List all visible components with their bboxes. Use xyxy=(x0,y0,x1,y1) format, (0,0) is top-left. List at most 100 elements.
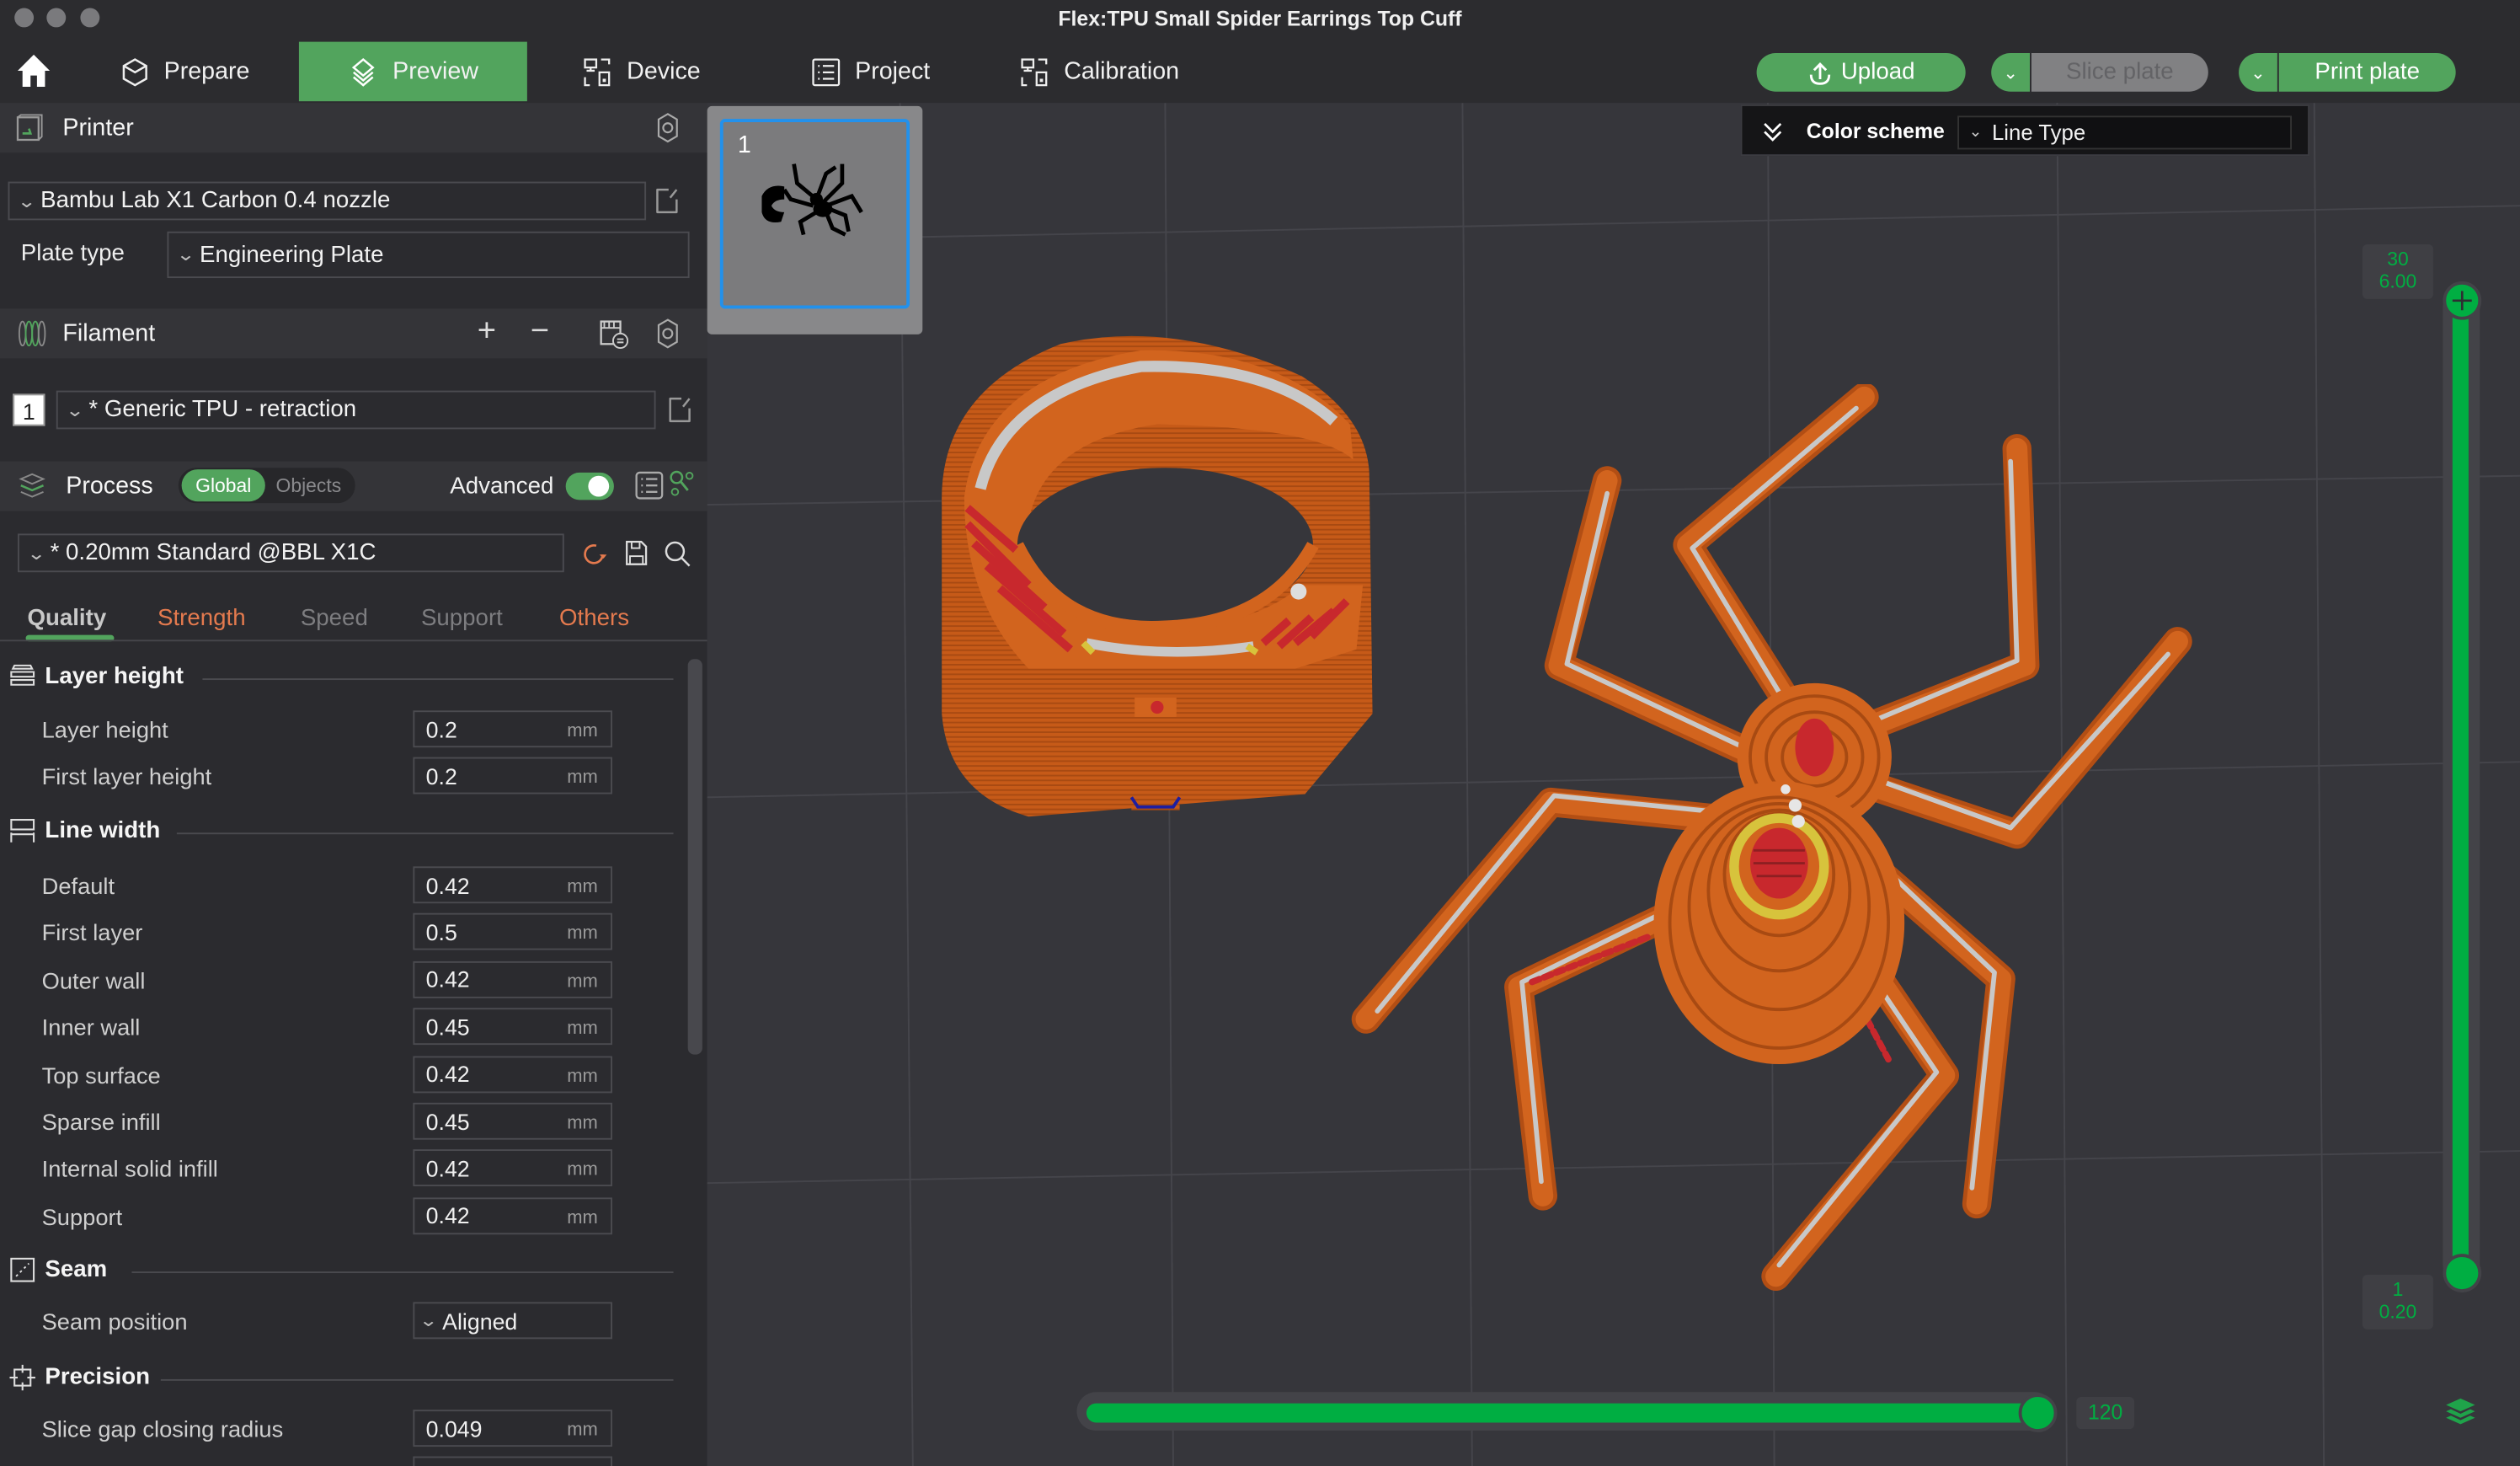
group-divider xyxy=(131,1271,674,1274)
parameter-list-icon[interactable] xyxy=(635,471,664,500)
tab-preview[interactable]: Preview xyxy=(298,41,527,102)
setting-input[interactable]: 0.049 mm xyxy=(413,1410,613,1447)
color-scheme-value: Line Type xyxy=(1991,120,2086,145)
tab-strength[interactable]: Strength xyxy=(158,606,246,632)
process-preset-select[interactable]: ⌄ * 0.20mm Standard @BBL X1C xyxy=(17,533,564,573)
reset-preset-icon[interactable] xyxy=(582,540,609,567)
setting-unit: mm xyxy=(567,1208,598,1228)
setting-input[interactable]: 0.42 mm xyxy=(413,960,613,998)
3d-viewport[interactable]: 1 Color scheme ⌄ Line Type 30 6.00 1 0.2… xyxy=(707,103,2520,1466)
color-scheme-select[interactable]: ⌄ Line Type xyxy=(1957,115,2293,150)
setting-input[interactable]: 0.45 mm xyxy=(413,1102,613,1140)
seam-position-select[interactable]: ⌄ Aligned xyxy=(413,1302,613,1340)
add-filament-button[interactable]: + xyxy=(478,313,496,350)
setting-label: Outer wall xyxy=(41,969,146,995)
tab-support[interactable]: Support xyxy=(421,606,503,632)
tab-calibration[interactable]: Calibration xyxy=(1019,42,1228,102)
process-section-header: Process Global Objects Advanced xyxy=(0,461,707,511)
setting-input[interactable]: 0.2 mm xyxy=(413,710,613,748)
printer-select[interactable]: ⌄ Bambu Lab X1 Carbon 0.4 nozzle xyxy=(8,181,647,221)
title-bar: Flex:TPU Small Spider Earrings Top Cuff xyxy=(0,0,2520,39)
tab-label: Calibration xyxy=(1064,57,1180,86)
tab-label: Prepare xyxy=(163,57,250,86)
chevron-down-icon: ⌄ xyxy=(26,543,46,564)
chevron-down-icon: ⌄ xyxy=(176,245,196,265)
toggle-knob xyxy=(588,475,610,497)
scope-global-option[interactable]: Global xyxy=(181,469,265,502)
tabs-divider xyxy=(0,639,707,642)
filament-section-header: Filament + − xyxy=(0,308,707,359)
tab-quality[interactable]: Quality xyxy=(27,606,106,632)
setting-label: Support xyxy=(41,1205,123,1232)
plate-type-select[interactable]: ⌄ Engineering Plate xyxy=(167,231,690,279)
filament-select[interactable]: ⌄ * Generic TPU - retraction xyxy=(56,390,656,430)
setting-input[interactable]: 0.45 mm xyxy=(413,1008,613,1046)
tab-label: Project xyxy=(855,57,931,86)
filament-spool-icon xyxy=(18,320,46,347)
plate-thumbnail[interactable]: 1 xyxy=(719,119,910,309)
settings-scrollbar[interactable] xyxy=(687,659,702,1055)
printer-select-value: Bambu Lab X1 Carbon 0.4 nozzle xyxy=(40,188,391,214)
home-button[interactable] xyxy=(16,53,51,88)
collapse-double-chevron-icon[interactable] xyxy=(1761,120,1784,143)
setting-value: 0.45 xyxy=(425,1014,470,1040)
printer-title: Printer xyxy=(62,114,134,142)
slice-plate-button[interactable]: Slice plate xyxy=(2031,52,2208,92)
filament-settings-gear-icon[interactable] xyxy=(653,318,683,349)
remove-filament-button[interactable]: − xyxy=(531,313,549,350)
group-title-text: Precision xyxy=(45,1364,150,1391)
cuff-model xyxy=(942,335,1373,817)
setting-input[interactable]: 0.42 mm xyxy=(413,1149,613,1187)
tab-others[interactable]: Others xyxy=(559,606,629,632)
setting-input[interactable]: 0.2 mm xyxy=(413,757,613,795)
print-options-dropdown[interactable]: ⌄ xyxy=(2239,52,2277,92)
save-preset-icon[interactable] xyxy=(623,540,649,566)
move-slider-handle[interactable] xyxy=(2018,1394,2058,1432)
setting-input[interactable]: 0.5 mm xyxy=(413,913,613,951)
filament-select-value: * Generic TPU - retraction xyxy=(88,397,357,423)
layer-slider-top-handle[interactable] xyxy=(2443,281,2482,320)
slice-options-dropdown[interactable]: ⌄ xyxy=(1991,52,2031,92)
print-plate-button[interactable]: Print plate xyxy=(2278,52,2456,92)
upload-button[interactable]: Upload xyxy=(1756,52,1966,92)
setting-input[interactable]: 0.42 mm xyxy=(413,866,613,904)
filament-sync-icon[interactable] xyxy=(598,318,629,350)
filament-slot-badge[interactable]: 1 xyxy=(13,393,45,426)
printer-settings-gear-icon[interactable] xyxy=(653,113,683,143)
edit-printer-icon[interactable] xyxy=(654,186,681,215)
search-settings-icon[interactable] xyxy=(669,469,695,498)
upload-icon xyxy=(1808,62,1830,84)
setting-label: Layer height xyxy=(41,718,168,745)
layer-height-icon xyxy=(10,664,35,686)
tab-project[interactable]: Project xyxy=(810,42,987,102)
search-icon[interactable] xyxy=(664,540,692,569)
plate-thumbnail-panel: 1 xyxy=(707,105,923,334)
setting-unit: mm xyxy=(567,1114,598,1134)
setting-input[interactable]: 0.42 mm xyxy=(413,1055,613,1093)
tab-device[interactable]: Device xyxy=(582,42,759,102)
preview-layers-icon xyxy=(352,57,376,86)
tab-speed[interactable]: Speed xyxy=(301,606,368,632)
window-title: Flex:TPU Small Spider Earrings Top Cuff xyxy=(1058,6,1462,31)
setting-value: 0.42 xyxy=(425,1202,470,1229)
process-layers-icon xyxy=(19,473,45,498)
project-list-icon xyxy=(812,57,841,86)
chevron-down-icon: ⌄ xyxy=(419,1311,439,1331)
chevron-down-icon: ⌄ xyxy=(17,191,37,211)
setting-unit: mm xyxy=(567,971,598,992)
setting-input-partial[interactable] xyxy=(413,1456,613,1466)
group-divider xyxy=(160,1378,674,1381)
color-scheme-panel: Color scheme ⌄ Line Type xyxy=(1740,104,2310,157)
edit-filament-icon[interactable] xyxy=(667,395,693,424)
precision-icon xyxy=(9,1364,35,1391)
plate-number: 1 xyxy=(737,131,751,159)
layers-view-icon[interactable] xyxy=(2443,1395,2478,1431)
scope-objects-option[interactable]: Objects xyxy=(270,469,348,501)
setting-input[interactable]: 0.42 mm xyxy=(413,1196,613,1234)
layer-slider-bottom-handle[interactable] xyxy=(2443,1254,2482,1292)
plate-type-label: Plate type xyxy=(20,241,125,267)
group-seam: Seam xyxy=(9,1257,107,1282)
tab-label: Preview xyxy=(392,57,479,86)
tab-prepare[interactable]: Prepare xyxy=(119,42,296,102)
advanced-toggle[interactable] xyxy=(565,472,614,500)
